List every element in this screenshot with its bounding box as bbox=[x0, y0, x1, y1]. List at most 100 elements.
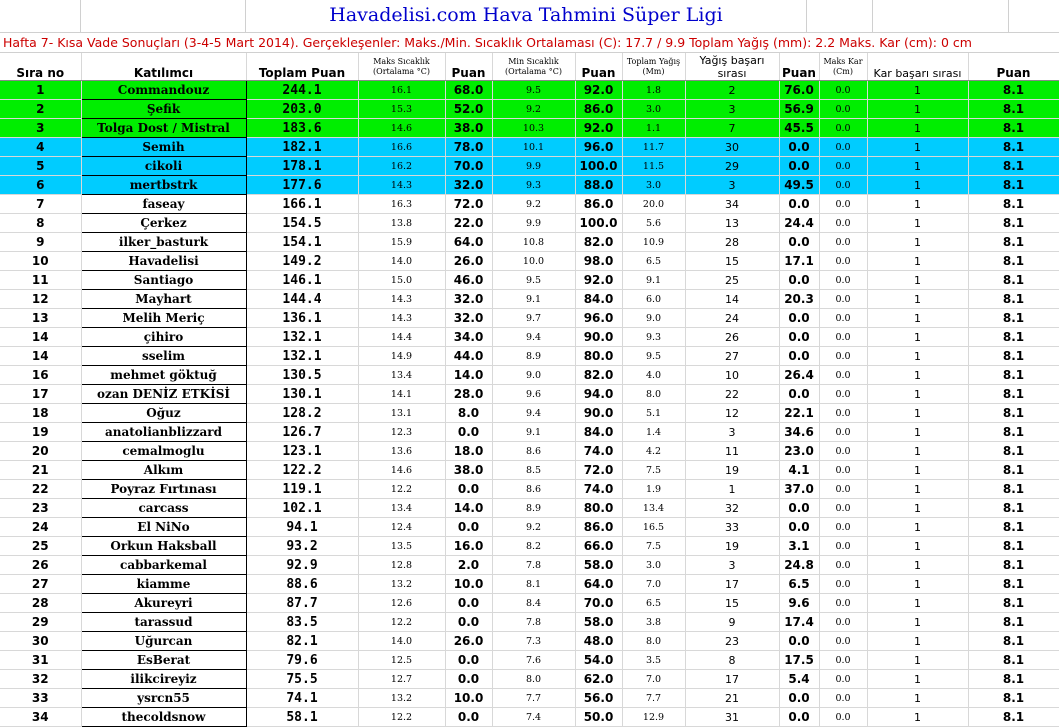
cell-snow[interactable]: 0.0 bbox=[819, 346, 868, 366]
cell-snow[interactable]: 0.0 bbox=[819, 422, 868, 442]
cell-rain[interactable]: 9.5 bbox=[622, 346, 686, 366]
cell-points-min[interactable]: 74.0 bbox=[575, 479, 623, 499]
cell-points-rain[interactable]: 0.0 bbox=[779, 232, 820, 252]
cell-max-temp[interactable]: 13.6 bbox=[358, 441, 446, 461]
cell-points-rain[interactable]: 0.0 bbox=[779, 631, 820, 651]
cell-rank[interactable]: 20 bbox=[0, 441, 82, 461]
cell-snow[interactable]: 0.0 bbox=[819, 460, 868, 480]
cell-snow-rank[interactable]: 1 bbox=[867, 536, 969, 556]
cell-snow[interactable]: 0.0 bbox=[819, 251, 868, 271]
cell-points-rain[interactable]: 76.0 bbox=[779, 80, 820, 100]
table-row[interactable]: 25 Orkun Haksball 93.2 13.5 16.0 8.2 66.0 7.5 19… bbox=[0, 536, 1059, 556]
header-snow-rank[interactable]: Kar başarı sırası bbox=[867, 53, 969, 81]
table-row[interactable]: 14 çihiro 132.1 14.4 34.0 9.4 90.0 9.3 26 0.0 0.0 1… bbox=[0, 327, 1059, 347]
cell-max-temp[interactable]: 12.4 bbox=[358, 517, 446, 537]
cell-rain-rank[interactable]: 15 bbox=[685, 251, 780, 271]
cell-total[interactable]: 126.7 bbox=[246, 422, 359, 442]
cell-participant[interactable]: Çerkez bbox=[80, 213, 247, 233]
cell-points-rain[interactable]: 9.6 bbox=[779, 593, 820, 613]
cell-rain-rank[interactable]: 17 bbox=[685, 574, 780, 594]
cell-points-min[interactable]: 56.0 bbox=[575, 688, 623, 708]
cell-points-snow[interactable]: 8.1 bbox=[968, 403, 1059, 423]
cell-points-rain[interactable]: 0.0 bbox=[779, 194, 820, 214]
cell-rain[interactable]: 1.1 bbox=[622, 118, 686, 138]
cell-rank[interactable]: 1 bbox=[0, 80, 82, 100]
cell-points-min[interactable]: 100.0 bbox=[575, 156, 623, 176]
cell-max-temp[interactable]: 14.3 bbox=[358, 289, 446, 309]
cell-rain[interactable]: 11.7 bbox=[622, 137, 686, 157]
cell-snow-rank[interactable]: 1 bbox=[867, 270, 969, 290]
cell-points-max[interactable]: 10.0 bbox=[445, 688, 493, 708]
cell-min-temp[interactable]: 8.6 bbox=[492, 479, 576, 499]
cell-rain[interactable]: 3.0 bbox=[622, 99, 686, 119]
cell-points-max[interactable]: 0.0 bbox=[445, 612, 493, 632]
cell-rain[interactable]: 16.5 bbox=[622, 517, 686, 537]
header-rain-rank[interactable]: Yağış başarı sırası bbox=[685, 53, 780, 81]
cell-snow[interactable]: 0.0 bbox=[819, 175, 868, 195]
cell-points-max[interactable]: 72.0 bbox=[445, 194, 493, 214]
cell-rain-rank[interactable]: 30 bbox=[685, 137, 780, 157]
cell-points-min[interactable]: 62.0 bbox=[575, 669, 623, 689]
cell-points-snow[interactable]: 8.1 bbox=[968, 650, 1059, 670]
cell-points-rain[interactable]: 0.0 bbox=[779, 707, 820, 727]
cell-rain-rank[interactable]: 12 bbox=[685, 403, 780, 423]
cell-points-rain[interactable]: 23.0 bbox=[779, 441, 820, 461]
cell-min-temp[interactable]: 9.9 bbox=[492, 156, 576, 176]
cell-total[interactable]: 128.2 bbox=[246, 403, 359, 423]
cell-max-temp[interactable]: 12.8 bbox=[358, 555, 446, 575]
cell-participant[interactable]: El NiNo bbox=[80, 517, 247, 537]
cell-total[interactable]: 144.4 bbox=[246, 289, 359, 309]
cell-points-max[interactable]: 0.0 bbox=[445, 650, 493, 670]
cell-snow[interactable]: 0.0 bbox=[819, 213, 868, 233]
cell-snow-rank[interactable]: 1 bbox=[867, 612, 969, 632]
cell-rain-rank[interactable]: 31 bbox=[685, 707, 780, 727]
cell-max-temp[interactable]: 14.9 bbox=[358, 346, 446, 366]
cell-min-temp[interactable]: 8.1 bbox=[492, 574, 576, 594]
cell-min-temp[interactable]: 9.5 bbox=[492, 270, 576, 290]
cell-points-rain[interactable]: 0.0 bbox=[779, 384, 820, 404]
cell-rank[interactable]: 18 bbox=[0, 403, 82, 423]
cell-max-temp[interactable]: 16.1 bbox=[358, 80, 446, 100]
cell-points-min[interactable]: 72.0 bbox=[575, 460, 623, 480]
table-row[interactable]: 27 kiamme 88.6 13.2 10.0 8.1 64.0 7.0 17 6.5 0.0 1 8… bbox=[0, 574, 1059, 594]
cell-min-temp[interactable]: 8.2 bbox=[492, 536, 576, 556]
cell-rain[interactable]: 4.0 bbox=[622, 365, 686, 385]
cell-snow-rank[interactable]: 1 bbox=[867, 213, 969, 233]
cell-max-temp[interactable]: 13.4 bbox=[358, 498, 446, 518]
cell-rank[interactable]: 13 bbox=[0, 308, 82, 328]
cell-rain-rank[interactable]: 10 bbox=[685, 365, 780, 385]
cell-participant[interactable]: sselim bbox=[80, 346, 247, 366]
cell-rank[interactable]: 19 bbox=[0, 422, 82, 442]
cell-points-min[interactable]: 58.0 bbox=[575, 555, 623, 575]
cell-points-rain[interactable]: 4.1 bbox=[779, 460, 820, 480]
cell-points-max[interactable]: 16.0 bbox=[445, 536, 493, 556]
cell-points-snow[interactable]: 8.1 bbox=[968, 555, 1059, 575]
cell-snow[interactable]: 0.0 bbox=[819, 118, 868, 138]
cell-points-max[interactable]: 78.0 bbox=[445, 137, 493, 157]
cell-rank[interactable]: 28 bbox=[0, 593, 82, 613]
cell-rank[interactable]: 5 bbox=[0, 156, 82, 176]
cell-snow[interactable]: 0.0 bbox=[819, 80, 868, 100]
cell-snow[interactable]: 0.0 bbox=[819, 308, 868, 328]
cell-max-temp[interactable]: 12.6 bbox=[358, 593, 446, 613]
cell-points-snow[interactable]: 8.1 bbox=[968, 422, 1059, 442]
cell-snow-rank[interactable]: 1 bbox=[867, 346, 969, 366]
cell-max-temp[interactable]: 14.6 bbox=[358, 118, 446, 138]
cell-rain-rank[interactable]: 29 bbox=[685, 156, 780, 176]
cell-points-snow[interactable]: 8.1 bbox=[968, 669, 1059, 689]
cell-rain-rank[interactable]: 14 bbox=[685, 289, 780, 309]
cell-rain[interactable]: 6.5 bbox=[622, 593, 686, 613]
cell-points-snow[interactable]: 8.1 bbox=[968, 593, 1059, 613]
cell-min-temp[interactable]: 10.1 bbox=[492, 137, 576, 157]
cell-snow-rank[interactable]: 1 bbox=[867, 80, 969, 100]
cell-points-max[interactable]: 0.0 bbox=[445, 707, 493, 727]
cell-points-min[interactable]: 58.0 bbox=[575, 612, 623, 632]
cell-snow[interactable]: 0.0 bbox=[819, 327, 868, 347]
cell-snow-rank[interactable]: 1 bbox=[867, 232, 969, 252]
cell-participant[interactable]: çihiro bbox=[80, 327, 247, 347]
cell-rain-rank[interactable]: 15 bbox=[685, 593, 780, 613]
cell-snow-rank[interactable]: 1 bbox=[867, 441, 969, 461]
cell-participant[interactable]: Poyraz Fırtınası bbox=[80, 479, 247, 499]
cell-total[interactable]: 119.1 bbox=[246, 479, 359, 499]
table-row[interactable]: 10 Havadelisi 149.2 14.0 26.0 10.0 98.0 6.5 15 17… bbox=[0, 251, 1059, 271]
